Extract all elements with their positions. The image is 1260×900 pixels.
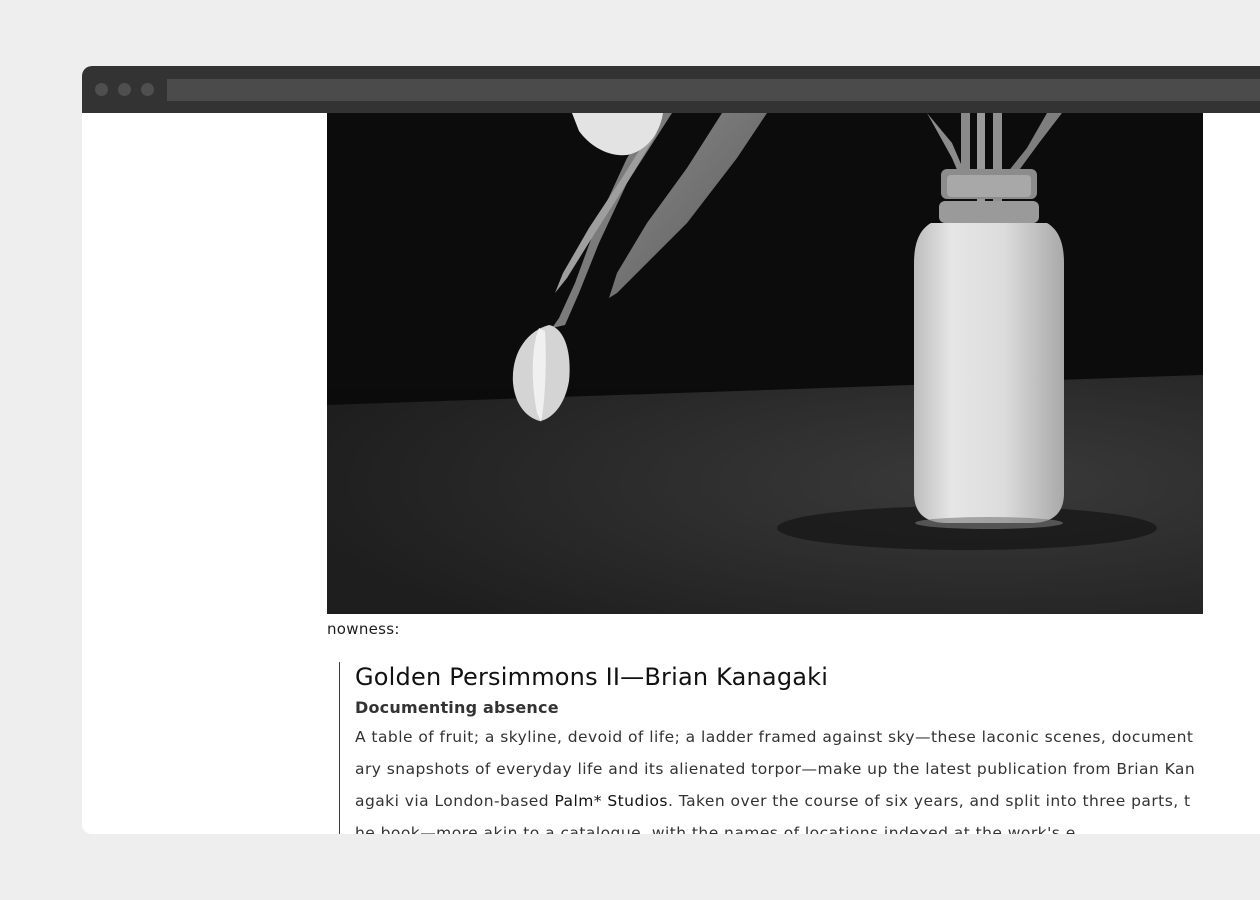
image-caption: nowness: <box>327 620 400 638</box>
quote-subtitle: Documenting absence <box>355 698 559 717</box>
window-minimize-dot[interactable] <box>118 83 131 96</box>
quote-title: Golden Persimmons II—Brian Kanagaki <box>355 663 829 691</box>
blockquote: Golden Persimmons II—Brian Kanagaki Docu… <box>339 662 1215 834</box>
page-content: nowness: Golden Persimmons II—Brian Kana… <box>82 113 1260 834</box>
browser-window: nowness: Golden Persimmons II—Brian Kana… <box>82 66 1260 834</box>
quote-body: A table of fruit; a skyline, devoid of l… <box>355 721 1200 834</box>
article-photo <box>327 113 1203 614</box>
palm-studios-link[interactable]: Palm* Studios <box>554 792 668 810</box>
browser-titlebar <box>82 66 1260 113</box>
window-maximize-dot[interactable] <box>141 83 154 96</box>
address-bar[interactable] <box>167 79 1260 101</box>
window-close-dot[interactable] <box>95 83 108 96</box>
